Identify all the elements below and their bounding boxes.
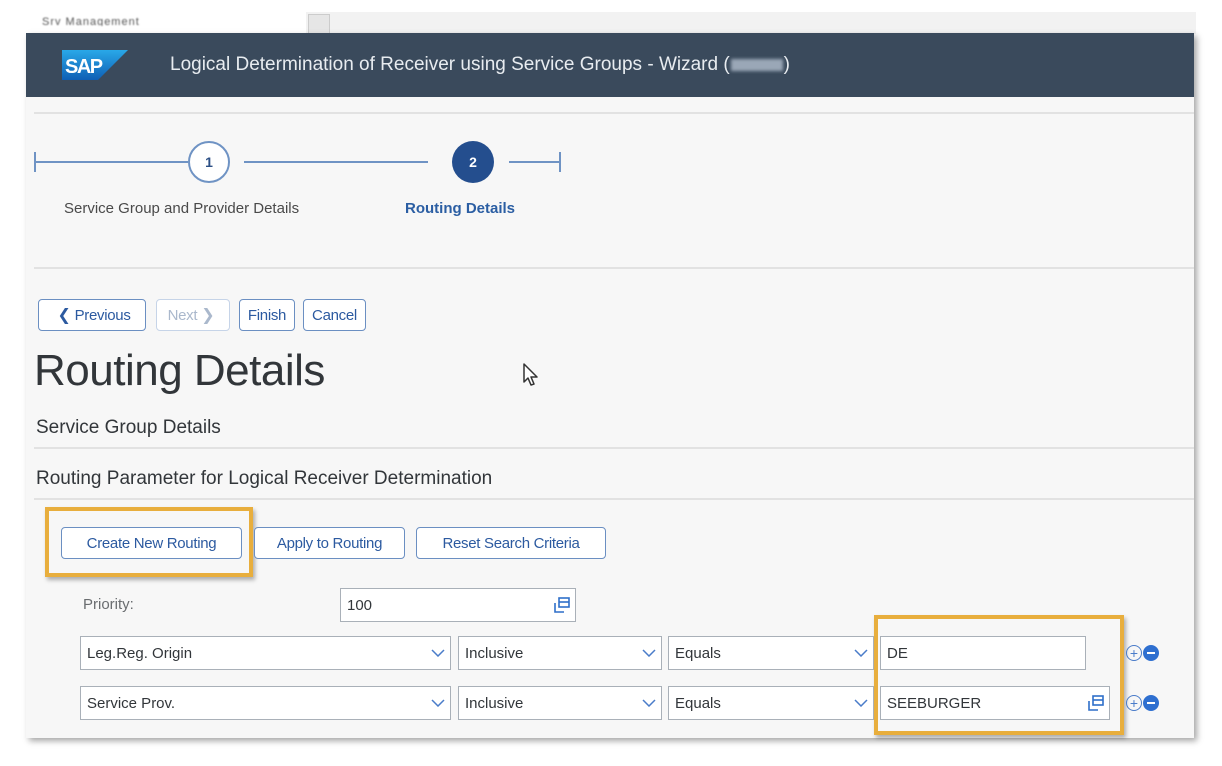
- row-1-field-value: Leg.Reg. Origin: [87, 644, 193, 662]
- app-title: Logical Determination of Receiver using …: [170, 54, 790, 76]
- remove-row-icon[interactable]: [1143, 695, 1159, 711]
- progress-line: [244, 161, 428, 163]
- background-tab-label: Srv Management: [42, 16, 140, 26]
- section-title-service-group-details[interactable]: Service Group Details: [36, 417, 221, 439]
- page-title: Routing Details: [34, 346, 325, 395]
- app-title-suffix: ): [783, 54, 790, 75]
- wizard-step-2-label[interactable]: Routing Details: [405, 200, 515, 217]
- progress-line: [509, 161, 559, 163]
- create-new-routing-button[interactable]: Create New Routing: [61, 527, 242, 559]
- divider: [34, 267, 1194, 269]
- row-2-sign-value: Inclusive: [465, 694, 524, 712]
- wizard-step-1[interactable]: 1: [188, 141, 230, 183]
- chevron-down-icon[interactable]: [637, 649, 661, 657]
- row-1-value: DE: [887, 644, 908, 662]
- row-2-value-input[interactable]: SEEBURGER: [880, 686, 1110, 720]
- remove-row-icon[interactable]: [1143, 645, 1159, 661]
- create-new-routing-label: Create New Routing: [86, 534, 217, 552]
- row-1-option-value: Equals: [675, 644, 721, 662]
- sap-logo-text: SAP: [65, 56, 103, 78]
- row-1-sign-select[interactable]: Inclusive: [458, 636, 662, 670]
- background-tab-button[interactable]: [308, 14, 330, 34]
- redacted-system-id: [730, 58, 783, 71]
- chevron-down-icon[interactable]: [849, 699, 873, 707]
- wizard-step-2[interactable]: 2: [452, 141, 494, 183]
- section-title-routing-parameter[interactable]: Routing Parameter for Logical Receiver D…: [36, 468, 492, 490]
- row-1-actions: +: [1126, 645, 1159, 661]
- chevron-left-icon: ❮: [57, 307, 71, 324]
- row-1-value-input[interactable]: DE: [880, 636, 1086, 670]
- divider: [34, 447, 1194, 449]
- mouse-cursor-icon: [523, 363, 538, 386]
- progress-line: [34, 161, 188, 163]
- row-2-field-select[interactable]: Service Prov.: [80, 686, 451, 720]
- row-2-sign-select[interactable]: Inclusive: [458, 686, 662, 720]
- divider: [34, 112, 1194, 114]
- wizard-window: SAP Logical Determination of Receiver us…: [26, 33, 1194, 738]
- apply-to-routing-label: Apply to Routing: [276, 534, 383, 552]
- value-help-icon[interactable]: [549, 597, 575, 613]
- wizard-step-1-number: 1: [205, 154, 213, 170]
- row-2-actions: +: [1126, 695, 1159, 711]
- row-1-sign-value: Inclusive: [465, 644, 524, 662]
- reset-search-criteria-button[interactable]: Reset Search Criteria: [416, 527, 606, 559]
- finish-button-label: Finish: [247, 306, 287, 324]
- row-2-option-select[interactable]: Equals: [668, 686, 874, 720]
- row-2-value: SEEBURGER: [887, 694, 982, 712]
- finish-button[interactable]: Finish: [239, 299, 295, 331]
- priority-value: 100: [347, 596, 373, 614]
- shell-bar: SAP Logical Determination of Receiver us…: [26, 33, 1194, 97]
- chevron-down-icon[interactable]: [849, 649, 873, 657]
- previous-button-label: Previous: [74, 306, 131, 324]
- cancel-button[interactable]: Cancel: [303, 299, 366, 331]
- background-tab[interactable]: Srv Management: [26, 12, 306, 34]
- previous-button[interactable]: ❮ Previous: [38, 299, 146, 331]
- row-2-field-value: Service Prov.: [87, 694, 176, 712]
- row-1-field-select[interactable]: Leg.Reg. Origin: [80, 636, 451, 670]
- chevron-down-icon[interactable]: [426, 649, 450, 657]
- next-button[interactable]: Next ❯: [156, 299, 230, 331]
- apply-to-routing-button[interactable]: Apply to Routing: [254, 527, 405, 559]
- reset-search-criteria-label: Reset Search Criteria: [442, 534, 580, 552]
- priority-input[interactable]: 100: [340, 588, 576, 622]
- cancel-button-label: Cancel: [312, 306, 357, 324]
- wizard-progress: 1 2 Service Group and Provider Details R…: [26, 115, 1194, 265]
- chevron-right-icon: ❯: [201, 307, 215, 324]
- value-help-icon[interactable]: [1083, 695, 1109, 711]
- progress-end-tick: [559, 152, 561, 172]
- wizard-step-1-label[interactable]: Service Group and Provider Details: [64, 200, 299, 217]
- chevron-down-icon[interactable]: [426, 699, 450, 707]
- background-window-strip: Srv Management: [26, 12, 1196, 34]
- row-2-option-value: Equals: [675, 694, 721, 712]
- add-row-icon[interactable]: +: [1126, 645, 1142, 661]
- chevron-down-icon[interactable]: [637, 699, 661, 707]
- priority-label: Priority:: [83, 596, 134, 613]
- divider: [34, 498, 1194, 500]
- wizard-step-2-number: 2: [469, 154, 477, 170]
- add-row-icon[interactable]: +: [1126, 695, 1142, 711]
- next-button-label: Next: [167, 306, 198, 324]
- row-1-option-select[interactable]: Equals: [668, 636, 874, 670]
- app-title-text: Logical Determination of Receiver using …: [170, 54, 730, 75]
- sap-logo-icon: SAP: [62, 50, 128, 80]
